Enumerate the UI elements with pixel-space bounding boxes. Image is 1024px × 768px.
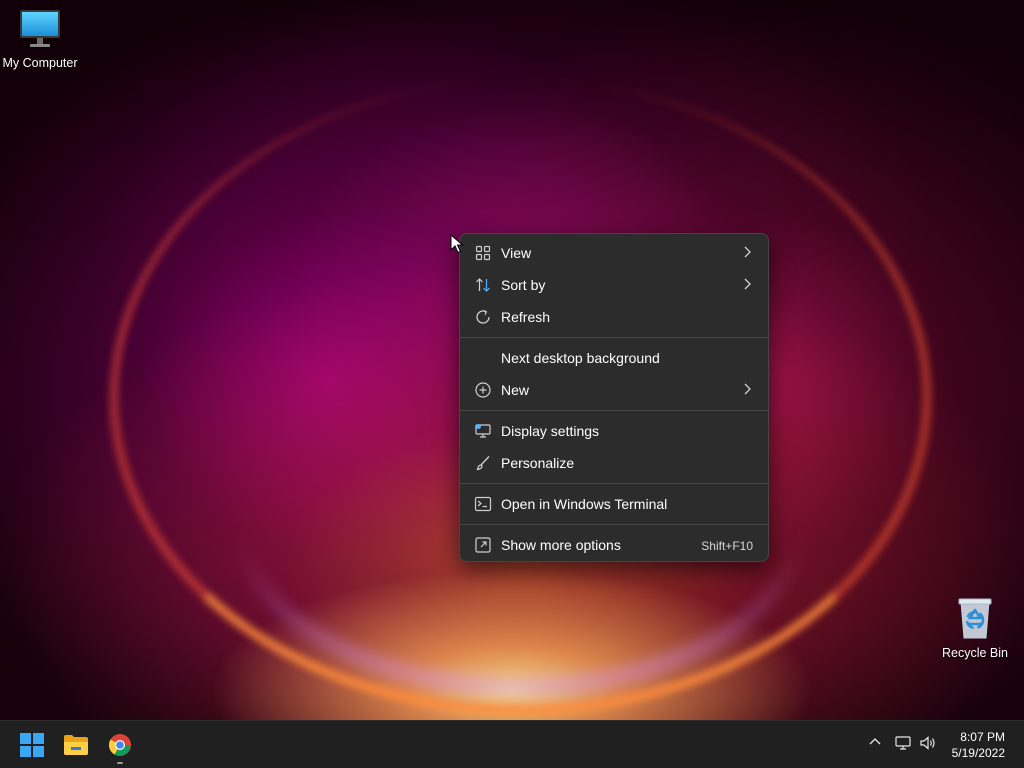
menu-item-show-more-options[interactable]: Show more options Shift+F10 (460, 529, 768, 561)
taskbar: 8:07 PM 5/19/2022 (0, 720, 1024, 768)
menu-item-new[interactable]: New (460, 374, 768, 406)
menu-item-view[interactable]: View (460, 237, 768, 269)
folder-icon (64, 735, 88, 755)
menu-separator (460, 410, 768, 411)
chevron-up-icon[interactable] (867, 734, 883, 754)
menu-item-personalize[interactable]: Personalize (460, 447, 768, 479)
new-plus-icon (473, 380, 493, 400)
brush-icon (473, 453, 493, 473)
menu-item-label: Open in Windows Terminal (501, 496, 668, 512)
chevron-right-icon (742, 382, 752, 399)
more-options-icon (473, 535, 493, 555)
refresh-icon (473, 307, 493, 327)
mouse-pointer-icon (450, 234, 464, 254)
terminal-icon (473, 494, 493, 514)
volume-icon[interactable] (919, 734, 937, 756)
menu-item-label: New (501, 382, 530, 398)
chrome-button[interactable] (104, 729, 136, 764)
desktop-wallpaper[interactable]: My Computer Recycle Bin View Sort by Ref… (0, 0, 1024, 720)
menu-item-refresh[interactable]: Refresh (460, 301, 768, 333)
menu-item-open-in-windows-terminal[interactable]: Open in Windows Terminal (460, 488, 768, 520)
menu-item-display-settings[interactable]: Display settings (460, 415, 768, 447)
network-icon[interactable] (894, 734, 912, 756)
sort-icon (473, 275, 493, 295)
recycle-bin-icon (958, 598, 992, 639)
chevron-right-icon (742, 245, 752, 262)
grid-view-icon (473, 243, 493, 263)
display-settings-icon (473, 421, 493, 441)
system-clock[interactable]: 8:07 PM 5/19/2022 (952, 729, 1005, 761)
clock-date: 5/19/2022 (951, 746, 1005, 760)
desktop-icon-label: My Computer (2, 56, 78, 70)
menu-item-label: View (501, 245, 532, 261)
menu-item-sort-by[interactable]: Sort by (460, 269, 768, 301)
menu-separator (460, 337, 768, 338)
menu-item-label: Personalize (501, 455, 575, 471)
desktop-context-menu: View Sort by Refresh Next desktop backgr… (459, 233, 769, 562)
menu-separator (460, 524, 768, 525)
desktop-icon-label: Recycle Bin (942, 646, 1008, 660)
shortcut-hint: Shift+F10 (701, 539, 753, 553)
chrome-icon (109, 734, 131, 756)
menu-item-label: Refresh (501, 309, 551, 325)
desktop-icon-recycle-bin[interactable]: Recycle Bin (935, 596, 1015, 660)
desktop-icon-my-computer[interactable]: My Computer (0, 8, 80, 70)
menu-item-label: Show more options (501, 537, 621, 553)
start-button[interactable] (16, 729, 48, 761)
windows-logo-icon (20, 733, 44, 757)
menu-item-next-desktop-background[interactable]: Next desktop background (460, 342, 768, 374)
menu-item-label: Sort by (501, 277, 546, 293)
file-explorer-button[interactable] (60, 729, 92, 761)
menu-item-label: Display settings (501, 423, 600, 439)
chevron-right-icon (742, 277, 752, 294)
clock-time: 8:07 PM (960, 730, 1005, 744)
menu-item-label: Next desktop background (501, 350, 660, 366)
monitor-icon (20, 10, 60, 47)
menu-separator (460, 483, 768, 484)
running-indicator (117, 762, 123, 764)
